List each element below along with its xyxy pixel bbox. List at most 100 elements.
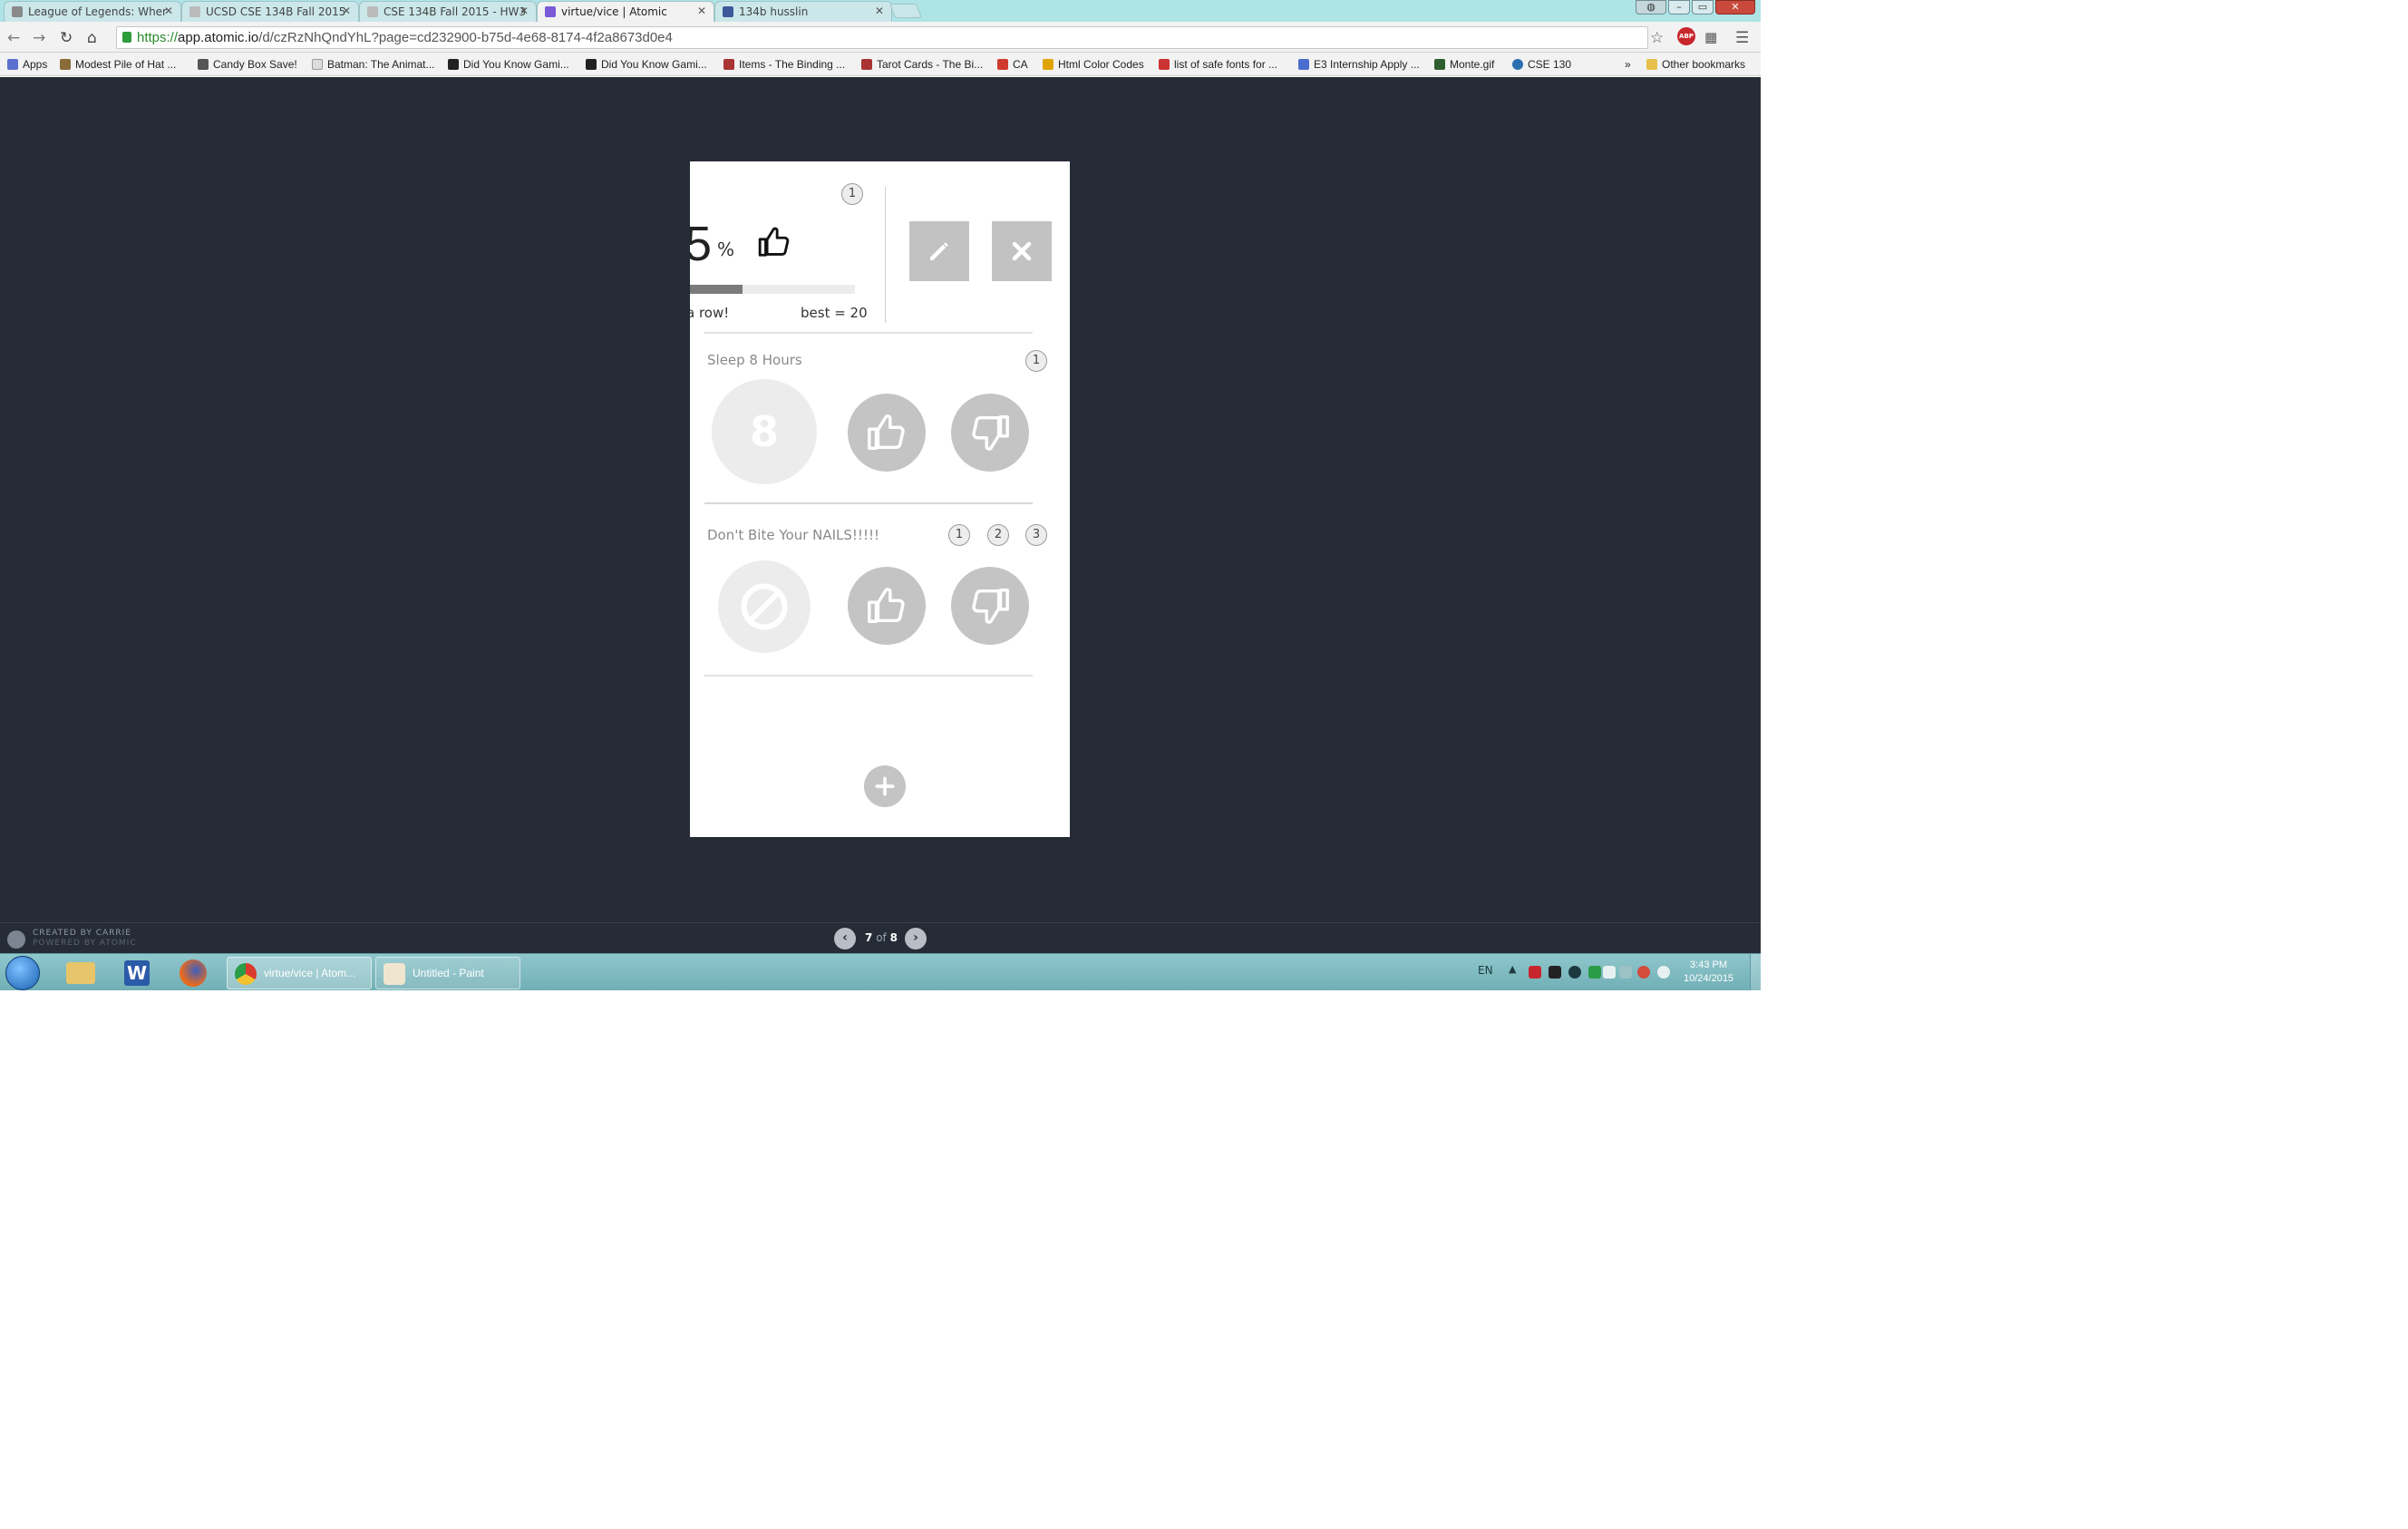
habit-title: Sleep 8 Hours	[707, 352, 802, 368]
volume-muted-icon[interactable]	[1637, 966, 1650, 979]
counter-value: 8	[749, 407, 779, 456]
browser-tab[interactable]: 134b husslin ✕	[714, 1, 892, 22]
close-icon[interactable]: ✕	[697, 5, 706, 17]
tab-title: 134b husslin	[739, 5, 809, 18]
forward-arrow-icon[interactable]: →	[33, 29, 45, 47]
extension-icon[interactable]: ▦	[1704, 29, 1717, 45]
summary-badge[interactable]: 1	[841, 183, 863, 205]
bookmark-item[interactable]: CA	[997, 58, 1028, 71]
bookmark-item[interactable]: Items - The Binding ...	[723, 58, 845, 71]
facebook-favicon-icon	[723, 6, 733, 17]
g-tray-icon[interactable]	[1549, 966, 1561, 979]
thumbs-down-icon	[972, 589, 1009, 624]
page-indicator: 7 of 8	[865, 931, 898, 944]
best-streak-text: best = 20	[801, 305, 868, 321]
menu-icon[interactable]: ☰	[1735, 29, 1749, 47]
url-path: /d/czRzNhQndYhL?page=cd232900-b75d-4e68-…	[258, 30, 673, 45]
network-signal-icon[interactable]	[1619, 966, 1632, 979]
habit-count-badge[interactable]: 3	[1025, 524, 1047, 546]
taskbar-chrome-window[interactable]: virtue/vice | Atom...	[227, 957, 372, 989]
bookmark-item[interactable]: Did You Know Gami...	[448, 58, 569, 71]
bookmark-label: CSE 130	[1528, 58, 1572, 71]
browser-tab[interactable]: League of Legends: Wher ✕	[4, 1, 181, 22]
previous-page-button[interactable]: ‹	[834, 928, 856, 950]
gmail-icon	[997, 59, 1008, 70]
firefox-icon[interactable]	[172, 958, 214, 988]
maximize-button[interactable]: ▭	[1692, 0, 1714, 15]
start-button[interactable]	[5, 956, 40, 990]
browser-tab-active[interactable]: virtue/vice | Atomic ✕	[537, 1, 714, 22]
bookmark-item[interactable]: Candy Box Save!	[198, 58, 297, 71]
taskbar-paint-window[interactable]: Untitled - Paint	[375, 957, 520, 989]
divider	[704, 675, 1033, 677]
no-entry-button[interactable]	[718, 560, 811, 653]
thumbs-up-button[interactable]	[848, 567, 926, 645]
bookmark-item[interactable]: Monte.gif	[1434, 58, 1494, 71]
bookmark-item[interactable]: Did You Know Gami...	[586, 58, 707, 71]
credit-text: CREATED BY CARRIE POWERED BY ATOMIC	[33, 929, 137, 949]
bookmark-item[interactable]: list of safe fonts for ...	[1159, 58, 1277, 71]
system-clock[interactable]: 3:43 PM 10/24/2015	[1684, 959, 1733, 986]
bookmark-item[interactable]: CSE 130	[1512, 58, 1571, 71]
habit-count-badge[interactable]: 1	[1025, 350, 1047, 372]
back-arrow-icon[interactable]: ←	[7, 29, 20, 47]
acrobat-tray-icon[interactable]	[1529, 966, 1541, 979]
address-bar[interactable]: https://app.atomic.io/d/czRzNhQndYhL?pag…	[116, 26, 1648, 49]
task-title: virtue/vice | Atom...	[264, 967, 356, 979]
close-icon[interactable]: ✕	[519, 5, 529, 17]
close-icon[interactable]: ✕	[164, 5, 173, 17]
bookmarks-overflow-chevron[interactable]: »	[1625, 58, 1631, 71]
reload-icon[interactable]: ↻	[60, 29, 73, 47]
bookmark-item[interactable]: Tarot Cards - The Bi...	[861, 58, 983, 71]
other-bookmarks[interactable]: Other bookmarks	[1646, 58, 1745, 71]
thumbs-down-button[interactable]	[951, 394, 1029, 472]
bookmarks-bar: Apps Modest Pile of Hat ... Candy Box Sa…	[0, 53, 1761, 76]
bookmark-item[interactable]: Modest Pile of Hat ...	[60, 58, 176, 71]
page-total: 8	[889, 931, 898, 944]
percent-value: 5	[690, 217, 713, 271]
close-icon[interactable]: ✕	[342, 5, 351, 17]
steam-tray-icon[interactable]	[1568, 966, 1581, 979]
close-window-button[interactable]: ✕	[1715, 0, 1755, 15]
next-page-button[interactable]: ›	[905, 928, 927, 950]
add-habit-button[interactable]	[864, 765, 906, 807]
home-icon[interactable]: ⌂	[87, 29, 97, 47]
browser-tab[interactable]: CSE 134B Fall 2015 - HW3 ✕	[359, 1, 537, 22]
divider	[704, 332, 1033, 334]
close-icon[interactable]: ✕	[875, 5, 884, 17]
browser-toolbar: ← → ↻ ⌂ https://app.atomic.io/d/czRzNhQn…	[0, 22, 1761, 53]
prohibited-icon	[741, 583, 788, 630]
habit-count-badge[interactable]: 1	[948, 524, 970, 546]
bookmark-item[interactable]: Html Color Codes	[1043, 58, 1144, 71]
bookmark-label: list of safe fonts for ...	[1174, 58, 1278, 71]
bookmark-apps[interactable]: Apps	[7, 58, 47, 71]
tray-expand-icon[interactable]: ▲	[1509, 963, 1516, 975]
bookmark-item[interactable]: E3 Internship Apply ...	[1298, 58, 1420, 71]
battery-icon[interactable]	[1657, 966, 1670, 979]
url-scheme: https://	[137, 30, 179, 45]
url-host: app.atomic.io	[178, 30, 259, 45]
bookmark-item[interactable]: Batman: The Animat...	[312, 58, 435, 71]
bookmark-label: Candy Box Save!	[213, 58, 297, 71]
credit-powered-by: POWERED BY ATOMIC	[33, 939, 137, 948]
profile-icon[interactable]: ◍	[1636, 0, 1666, 15]
word-icon[interactable]: W	[116, 958, 158, 988]
usb-tray-icon[interactable]	[1603, 966, 1616, 979]
bookmark-label: Items - The Binding ...	[739, 58, 846, 71]
star-bookmark-icon[interactable]: ☆	[1650, 29, 1664, 47]
file-explorer-icon[interactable]	[60, 958, 102, 988]
delete-button[interactable]	[992, 221, 1052, 281]
thumbs-up-button[interactable]	[848, 394, 926, 472]
minimize-button[interactable]: –	[1668, 0, 1690, 15]
adblock-icon[interactable]: ABP	[1677, 27, 1695, 45]
counter-circle[interactable]: 8	[712, 379, 817, 484]
habit-count-badge[interactable]: 2	[987, 524, 1009, 546]
language-indicator[interactable]: EN	[1478, 964, 1493, 977]
thumbs-down-button[interactable]	[951, 567, 1029, 645]
show-desktop-button[interactable]	[1750, 954, 1761, 990]
browser-tab[interactable]: UCSD CSE 134B Fall 2015 ✕	[181, 1, 359, 22]
new-tab-button[interactable]	[889, 4, 922, 18]
green-tray-icon[interactable]	[1588, 966, 1601, 979]
edit-button[interactable]	[909, 221, 969, 281]
habit-title: Don't Bite Your NAILS!!!!!	[707, 527, 879, 543]
